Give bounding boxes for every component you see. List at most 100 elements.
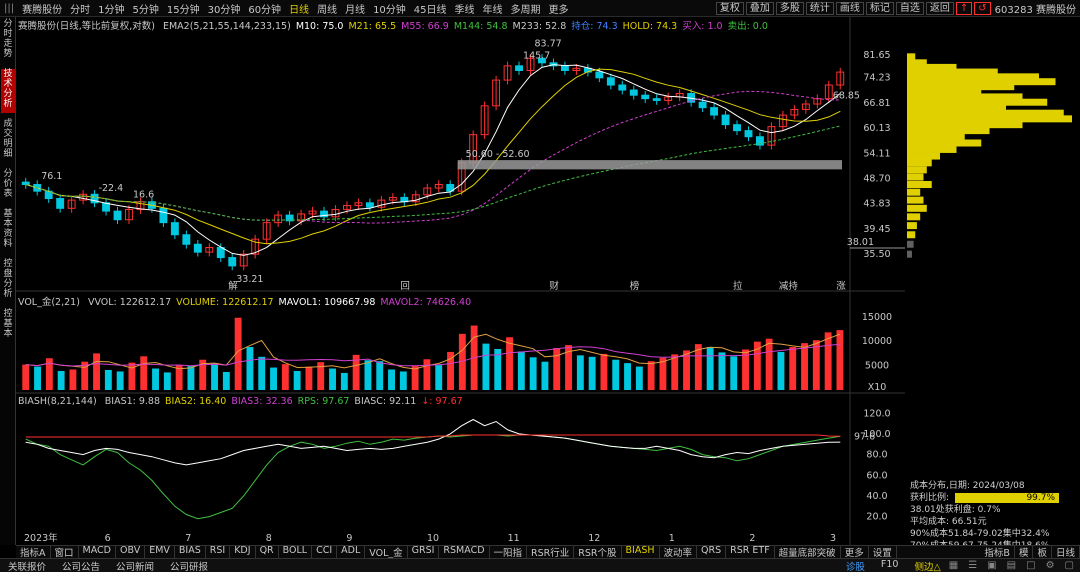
box-icon[interactable]: □ <box>1026 560 1035 571</box>
indicator-tab[interactable]: 一阳指 <box>490 545 528 559</box>
timeframe-tab[interactable]: 日线 <box>285 1 313 16</box>
timeframe-tab[interactable]: 分时 <box>66 1 94 16</box>
x-tick: 7 <box>185 533 191 544</box>
indicator-tab[interactable]: QR <box>256 545 279 559</box>
volume-bar <box>116 371 124 390</box>
hide-icon[interactable]: ↑ <box>955 1 973 15</box>
settings-icon[interactable]: ⚙ <box>1046 560 1055 571</box>
chip-bar <box>907 213 921 221</box>
indicator-tab[interactable]: QRS <box>697 545 727 559</box>
indicator-tab[interactable]: RSI <box>206 545 231 559</box>
footer-link[interactable]: 关联报价 <box>0 559 54 572</box>
indicator-tab[interactable]: 超量底部突破 <box>775 545 841 559</box>
footer-right-item[interactable]: F10 <box>873 559 907 572</box>
indicator-tab-right-item[interactable]: 日线 <box>1052 545 1080 559</box>
indicator-tab[interactable]: KDJ <box>230 545 256 559</box>
main-panel-title: 赛腾股份(日线,等比前复权,对数) <box>18 21 155 32</box>
timeframe-tab[interactable]: 多周期 <box>507 1 545 16</box>
indicator-tab[interactable]: 设置 <box>869 545 897 559</box>
footer-right-item[interactable]: 侧边△ <box>906 559 948 572</box>
price-annotation: 16.6 <box>133 189 154 200</box>
toolbar-button[interactable]: 自选 <box>895 1 924 15</box>
indicator-tab[interactable]: CCI <box>312 545 338 559</box>
timeframe-tab[interactable]: 15分钟 <box>163 1 204 16</box>
sidebar-tab[interactable]: 分时走势 <box>1 19 15 63</box>
chip-bar <box>907 196 924 204</box>
footer-right-item[interactable]: 诊股 <box>838 559 873 572</box>
sidebar-tab[interactable]: 控基本 <box>1 309 15 343</box>
timeframe-tab[interactable]: 45日线 <box>410 1 451 16</box>
chart-icon[interactable]: ▤ <box>1007 560 1016 571</box>
timeframe-tab[interactable]: 季线 <box>451 1 479 16</box>
timeframe-tab[interactable]: 1分钟 <box>94 1 128 16</box>
indicator-tab[interactable]: RSMACD <box>439 545 490 559</box>
timeframe-tab[interactable]: 60分钟 <box>244 1 285 16</box>
expand-icon[interactable]: ▢ <box>1065 560 1074 571</box>
timeframe-tab[interactable]: 更多 <box>545 1 573 16</box>
chart-area[interactable]: 81.65 74.23 66.81 60.13 54.11 48.70 43.83 39.45… <box>16 17 905 545</box>
indicator-tab[interactable]: MACD <box>79 545 116 559</box>
indicator-tab[interactable]: OBV <box>116 545 146 559</box>
nav-icon[interactable]: ||| <box>0 3 18 14</box>
footer-link[interactable]: 公司研报 <box>162 559 216 572</box>
candle <box>652 98 661 101</box>
timeframe-tab[interactable]: 年线 <box>479 1 507 16</box>
chip-bar <box>907 127 990 135</box>
indicator-tab[interactable]: RSR个股 <box>574 545 622 559</box>
toolbar-button[interactable]: 画线 <box>835 1 864 15</box>
indicator-tab[interactable]: GRSI <box>408 545 440 559</box>
list-icon[interactable]: ☰ <box>968 560 977 571</box>
indicator-value: M144: 54.8 <box>453 21 508 32</box>
timeframe-tab[interactable]: 10分钟 <box>369 1 410 16</box>
toolbar-button[interactable]: 复权 <box>715 1 744 15</box>
indicator-value: 买入: 1.0 <box>682 21 723 32</box>
price-tick: 54.11 <box>863 148 890 159</box>
price-tick: 81.65 <box>863 50 890 61</box>
indicator-tab-right-item[interactable]: 板 <box>1033 545 1052 559</box>
right-buttons: 复权 叠加 多股 统计 画线 标记 自选 返回 <box>714 1 954 15</box>
indicator-tab-right-item[interactable]: 模 <box>1015 545 1034 559</box>
x-tick: 8 <box>266 533 272 544</box>
toolbar-button[interactable]: 叠加 <box>745 1 774 15</box>
toolbar-button[interactable]: 统计 <box>805 1 834 15</box>
volume-bar <box>93 353 100 390</box>
footer-link[interactable]: 公司新闻 <box>108 559 162 572</box>
indicator-tab[interactable]: 窗口 <box>51 545 79 559</box>
indicator-value: MAVOL1: 109667.98 <box>278 297 376 308</box>
indicator-tab[interactable]: 指标A <box>16 545 51 559</box>
refresh-icon[interactable]: ↺ <box>974 1 991 15</box>
timeframe-tab[interactable]: 周线 <box>313 1 341 16</box>
sidebar-tab[interactable]: 控盘分析 <box>1 259 15 303</box>
indicator-tab[interactable]: BIASH <box>622 545 660 559</box>
grid-icon[interactable]: ▦ <box>949 560 958 571</box>
bias-tick: 120.0 <box>863 408 890 419</box>
footer-link[interactable]: 公司公告 <box>54 559 108 572</box>
toolbar-button[interactable]: 返回 <box>925 1 954 15</box>
sidebar-tab[interactable]: 成交明细 <box>1 119 15 163</box>
profit-row: 获利比例: 99.7% <box>910 492 1080 504</box>
timeframe-tab[interactable]: 月线 <box>341 1 369 16</box>
indicator-tab[interactable]: 更多 <box>841 545 869 559</box>
indicator-tab[interactable]: 波动率 <box>660 545 698 559</box>
sidebar-tab[interactable]: 技术分析 <box>1 69 15 113</box>
volume-bar <box>647 361 655 390</box>
volume-bar <box>376 361 384 390</box>
indicator-tab-right-item[interactable]: 指标B <box>980 545 1015 559</box>
window-icon[interactable]: ▣ <box>987 560 996 571</box>
price-tick: 66.81 <box>863 98 890 109</box>
x-tick: 2 <box>749 533 755 544</box>
timeframe-tab[interactable]: 5分钟 <box>128 1 162 16</box>
indicator-tab[interactable]: BIAS <box>175 545 206 559</box>
indicator-value: VVOL: 122612.17 <box>87 297 172 308</box>
sidebar-tab[interactable]: 基本资料 <box>1 209 15 253</box>
indicator-tab[interactable]: ADL <box>337 545 366 559</box>
toolbar-button[interactable]: 标记 <box>865 1 894 15</box>
indicator-tab[interactable]: RSR ETF <box>726 545 775 559</box>
indicator-tab[interactable]: RSR行业 <box>527 545 575 559</box>
indicator-tab[interactable]: BOLL <box>279 545 313 559</box>
sidebar-tab[interactable]: 分价表 <box>1 169 15 203</box>
indicator-tab[interactable]: VOL_金 <box>365 545 408 559</box>
indicator-tab[interactable]: EMV <box>145 545 175 559</box>
timeframe-tab[interactable]: 30分钟 <box>204 1 245 16</box>
toolbar-button[interactable]: 多股 <box>775 1 804 15</box>
